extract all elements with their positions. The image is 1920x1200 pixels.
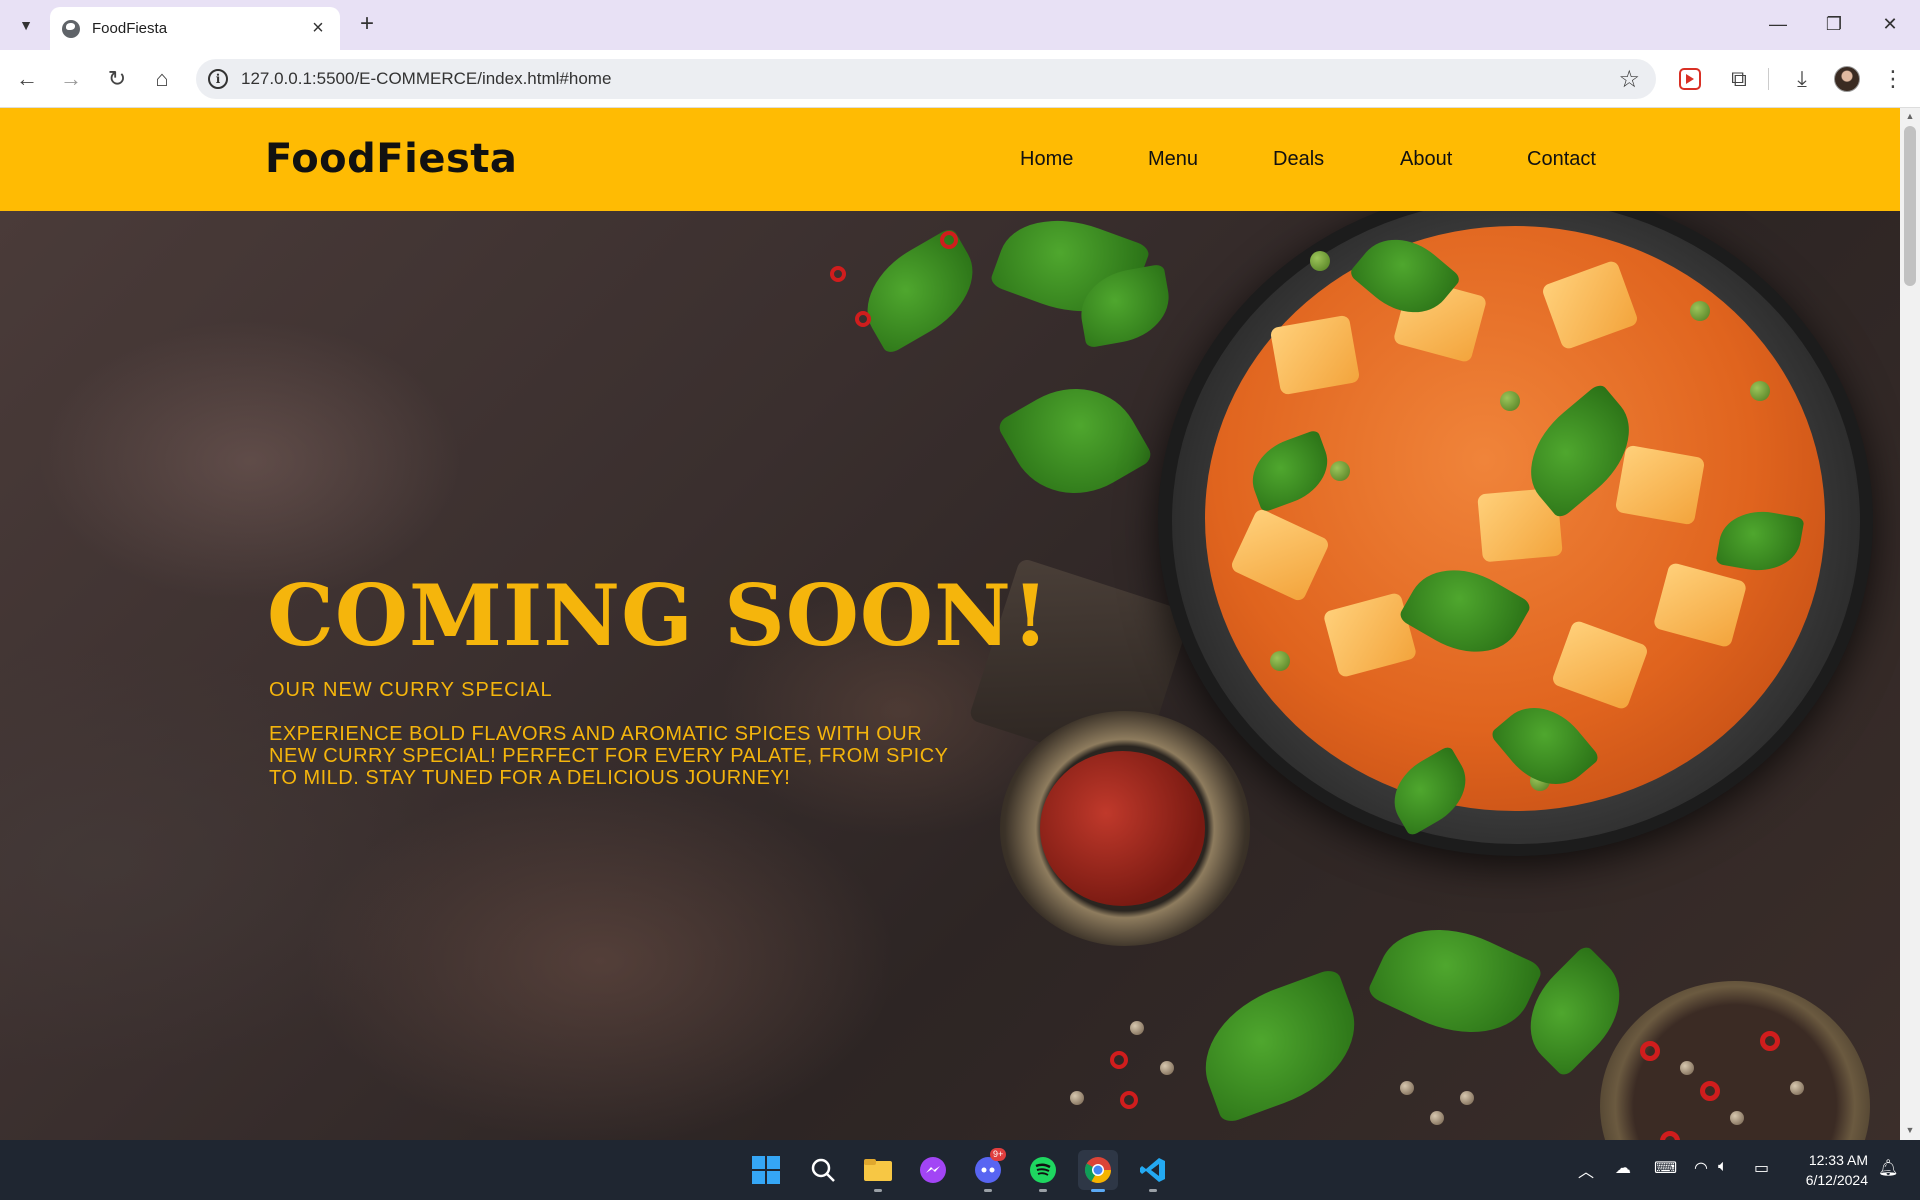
notification-bell-icon[interactable]: 🔔︎: [1878, 1158, 1898, 1178]
close-tab-icon[interactable]: ×: [308, 17, 328, 40]
bookmark-star-icon[interactable]: ☆: [1618, 65, 1640, 94]
reload-icon[interactable]: ↻: [100, 62, 134, 96]
toolbar-divider: [1768, 68, 1769, 90]
start-icon[interactable]: [746, 1150, 786, 1190]
url-text: 127.0.0.1:5500/E-COMMERCE/index.html#hom…: [241, 69, 612, 88]
messenger-icon[interactable]: [913, 1150, 953, 1190]
discord-icon[interactable]: 9+: [968, 1148, 1008, 1192]
tray-overflow-chevron-icon[interactable]: ︿: [1578, 1158, 1594, 1182]
back-icon[interactable]: ←: [10, 62, 44, 96]
restore-button[interactable]: ❐: [1806, 10, 1862, 40]
volume-icon[interactable]: 🔈︎: [1718, 1158, 1728, 1176]
nav-deals[interactable]: Deals: [1273, 148, 1324, 171]
site-info-icon[interactable]: i: [208, 69, 228, 89]
nav-menu[interactable]: Menu: [1148, 148, 1198, 171]
address-bar[interactable]: i 127.0.0.1:5500/E-COMMERCE/index.html#h…: [196, 59, 1656, 99]
tab-title: FoodFiesta: [92, 20, 168, 37]
new-tab-button[interactable]: +: [352, 10, 382, 40]
chrome-icon[interactable]: [1078, 1150, 1118, 1192]
tab-strip: ▼ FoodFiesta × + — ❐ ✕: [0, 0, 1920, 50]
search-icon[interactable]: [803, 1150, 843, 1190]
tab-search-button[interactable]: ▼: [10, 9, 42, 41]
hero-section: COMING SOON! OUR NEW CURRY SPECIAL EXPER…: [0, 211, 1900, 1140]
spotify-icon[interactable]: [1023, 1150, 1063, 1192]
scroll-down-icon[interactable]: ▼: [1904, 1124, 1916, 1136]
browser-toolbar: ← → ↻ ⌂ i 127.0.0.1:5500/E-COMMERCE/inde…: [0, 50, 1920, 108]
hero-subtitle: OUR NEW CURRY SPECIAL: [269, 679, 553, 701]
discord-badge: 9+: [990, 1148, 1007, 1161]
globe-icon: [62, 19, 80, 38]
page-scrollbar[interactable]: ▲ ▼: [1900, 108, 1920, 1140]
home-icon[interactable]: ⌂: [145, 62, 179, 96]
forward-icon[interactable]: →: [54, 62, 88, 96]
scroll-thumb[interactable]: [1904, 126, 1916, 286]
nav-home[interactable]: Home: [1020, 148, 1073, 171]
clock-date: 6/12/2024: [1805, 1172, 1868, 1188]
profile-avatar[interactable]: [1834, 66, 1860, 92]
onedrive-icon[interactable]: ☁: [1615, 1158, 1631, 1178]
wifi-icon[interactable]: ◠: [1694, 1158, 1708, 1178]
extension-video-icon[interactable]: [1679, 68, 1701, 90]
hero-description: EXPERIENCE BOLD FLAVORS AND AROMATIC SPI…: [269, 723, 949, 789]
scroll-up-icon[interactable]: ▲: [1904, 110, 1916, 122]
battery-icon[interactable]: ▭: [1754, 1158, 1769, 1178]
vscode-icon[interactable]: [1133, 1150, 1173, 1192]
system-clock[interactable]: 12:33 AM 6/12/2024: [1794, 1150, 1868, 1190]
minimize-button[interactable]: —: [1750, 10, 1806, 40]
extensions-icon[interactable]: ⧉: [1722, 62, 1756, 96]
nav-about[interactable]: About: [1400, 148, 1452, 171]
site-logo[interactable]: FoodFiesta: [265, 136, 517, 182]
chevron-down-icon: ▼: [19, 17, 33, 33]
close-window-button[interactable]: ✕: [1862, 10, 1918, 40]
nav-contact[interactable]: Contact: [1527, 148, 1596, 171]
taskbar: 9+ ︿ ☁ ⌨ ◠ 🔈︎ ▭ 12:33 AM 6/12/2024 🔔︎: [0, 1140, 1920, 1200]
browser-tab[interactable]: FoodFiesta ×: [50, 7, 340, 50]
keyboard-icon[interactable]: ⌨: [1654, 1158, 1677, 1178]
file-explorer-icon[interactable]: [858, 1150, 898, 1192]
hero-title: COMING SOON!: [267, 566, 1050, 665]
page-viewport: FoodFiesta Home Menu Deals About Contact: [0, 108, 1900, 1140]
site-header: FoodFiesta Home Menu Deals About Contact: [0, 108, 1900, 211]
menu-kebab-icon[interactable]: ⋮: [1876, 62, 1910, 96]
clock-time: 12:33 AM: [1808, 1152, 1868, 1168]
download-icon[interactable]: ⤓: [1785, 62, 1819, 96]
